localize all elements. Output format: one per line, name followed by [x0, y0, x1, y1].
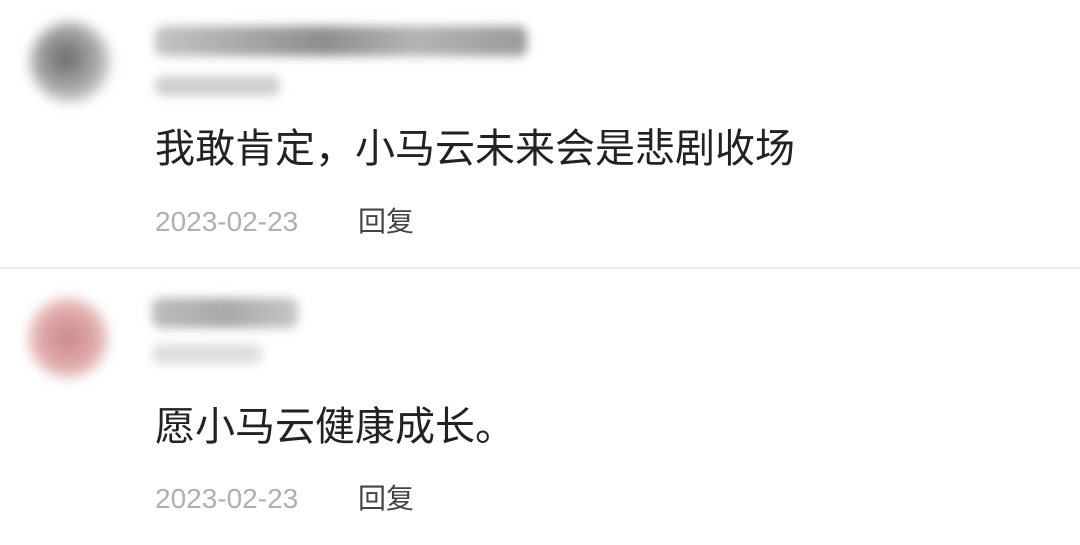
- avatar[interactable]: [30, 22, 110, 102]
- reply-button[interactable]: 回复: [358, 482, 414, 516]
- reply-button[interactable]: 回复: [358, 205, 414, 239]
- blurred-username[interactable]: [152, 298, 298, 328]
- comment-item: 我敢肯定，小马云未来会是悲剧收场 2023-02-23 回复: [0, 0, 1080, 268]
- comment-text: 愿小马云健康成长。: [155, 404, 515, 450]
- avatar[interactable]: [28, 298, 108, 378]
- comment-list: 我敢肯定，小马云未来会是悲剧收场 2023-02-23 回复 愿小马云健康成长。…: [0, 0, 1080, 545]
- blurred-user-meta: [155, 76, 280, 96]
- comment-date: 2023-02-23: [155, 483, 299, 514]
- divider: [0, 267, 1080, 269]
- blurred-username[interactable]: [155, 26, 527, 56]
- blurred-user-meta: [152, 344, 262, 364]
- comment-date: 2023-02-23: [155, 206, 299, 237]
- comment-item: 愿小马云健康成长。 2023-02-23 回复: [0, 270, 1080, 545]
- comment-text: 我敢肯定，小马云未来会是悲剧收场: [155, 126, 795, 172]
